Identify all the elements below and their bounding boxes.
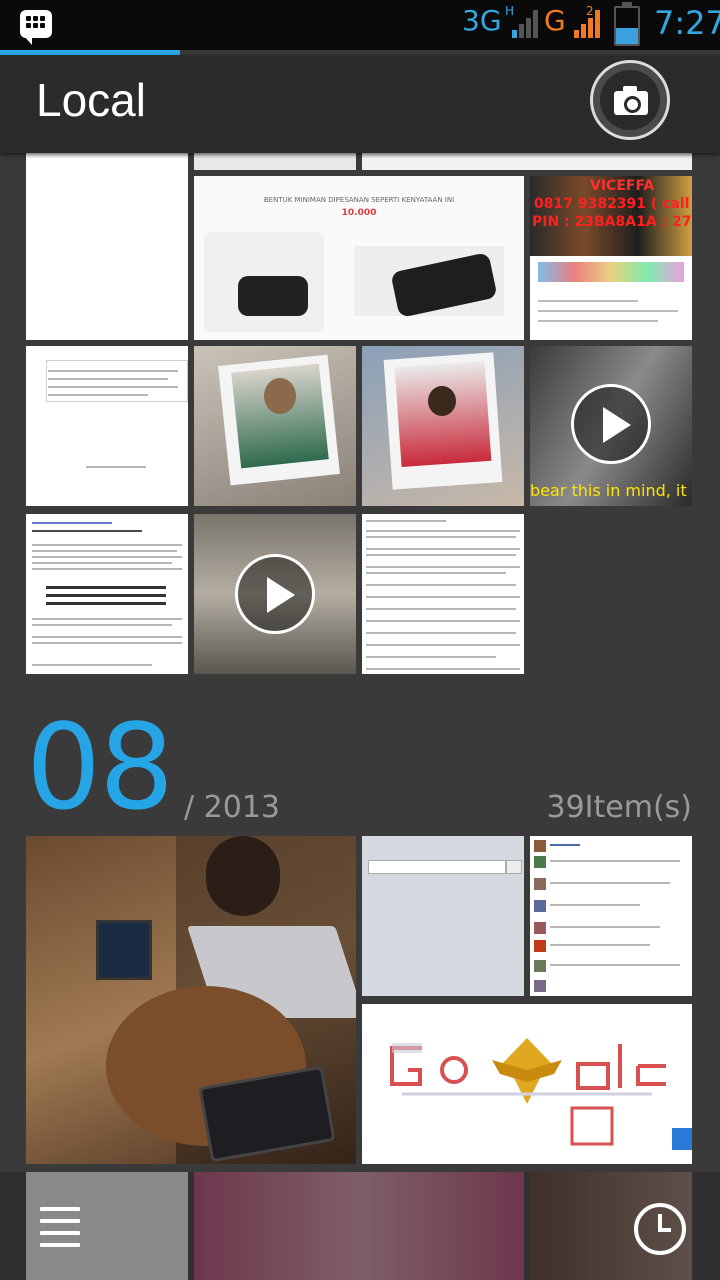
video-tile[interactable]: bear this in mind, it was meant t [530, 346, 692, 506]
section-day: 08 [26, 698, 174, 836]
battery-icon [614, 2, 640, 46]
photo-tile[interactable]: VICEFFA 0817 9382391 ( call / sms ) PIN … [530, 176, 692, 340]
vicetta-title: VICEFFA [590, 178, 655, 194]
bbm-icon [20, 10, 52, 45]
network-3g-label: 3G [462, 4, 502, 37]
camera-button[interactable] [590, 60, 670, 140]
photo-tile[interactable]: BENTUK MINIMAN DIPESANAN SEPERTI KENYATA… [194, 176, 524, 340]
status-bar: 3G H G 2 7:27 [0, 0, 720, 50]
photo-tile[interactable] [362, 346, 524, 506]
section-year: / 2013 [184, 790, 280, 825]
menu-icon[interactable] [40, 1207, 80, 1247]
play-icon [571, 384, 651, 464]
bottom-bar [0, 1172, 720, 1280]
photo-tile[interactable] [194, 346, 356, 506]
photo-tile[interactable] [26, 514, 188, 674]
page-title: Local [36, 74, 146, 126]
gallery-grid: BENTUK MINIMAN DIPESANAN SEPERTI KENYATA… [0, 0, 720, 1280]
network-g-label: G [544, 4, 566, 37]
vicetta-phone: 0817 9382391 ( call / sms ) [534, 196, 692, 212]
status-time: 7:27 [654, 4, 720, 42]
photo-tile[interactable] [362, 1004, 692, 1164]
scale-title: BENTUK MINIMAN DIPESANAN SEPERTI KENYATA… [263, 196, 455, 204]
clock-icon[interactable] [634, 1203, 686, 1255]
photo-tile[interactable] [194, 150, 356, 170]
photo-tile[interactable] [362, 514, 524, 674]
photo-tile[interactable] [362, 150, 692, 170]
vicetta-pin: PIN : 23BA8A1A ; 27CC06 [532, 214, 692, 230]
play-icon [235, 554, 315, 634]
video-caption: bear this in mind, it was meant t [530, 481, 692, 500]
photo-tile[interactable] [26, 150, 188, 340]
photo-tile[interactable] [26, 346, 188, 506]
signal-g-icon [574, 8, 600, 38]
photo-tile[interactable] [26, 836, 356, 1164]
scale-price: 10.000 [341, 208, 377, 218]
video-tile[interactable] [194, 514, 356, 674]
camera-icon [614, 86, 648, 115]
photo-tile[interactable] [530, 836, 692, 996]
photo-tile[interactable] [362, 836, 524, 996]
action-bar: Local [0, 55, 720, 153]
section-item-count: 39Item(s) [546, 790, 692, 825]
signal-3g-icon [512, 8, 538, 38]
google-doodle-icon [390, 1038, 692, 1150]
